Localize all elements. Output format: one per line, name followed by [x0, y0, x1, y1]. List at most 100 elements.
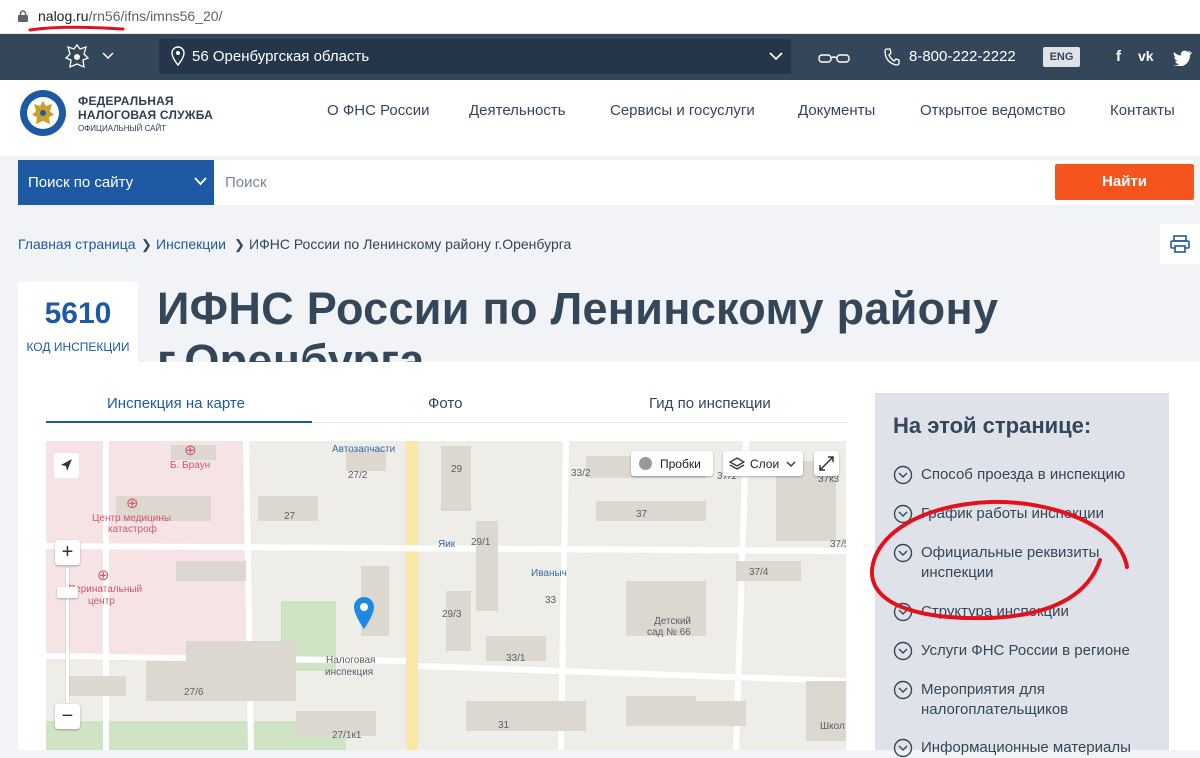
chevron-circle-icon [893, 602, 913, 622]
nav-services[interactable]: Сервисы и госуслуги [610, 102, 755, 119]
map-label-braun: Б. Браун [170, 460, 211, 471]
fns-logo-icon[interactable] [18, 88, 68, 138]
sidebar-item-services[interactable]: Услуги ФНС России в регионе [893, 641, 1151, 661]
expand-icon [819, 456, 834, 471]
logo-title-line2: НАЛОГОВАЯ СЛУЖБА [78, 108, 214, 122]
sidebar-item-info[interactable]: Информационные материалы [893, 738, 1151, 758]
map-label-building: 37/5 [830, 539, 846, 550]
search-scope-select[interactable]: Поиск по сайту [18, 160, 214, 205]
emblem-icon[interactable] [64, 43, 90, 71]
location-marker-icon[interactable] [353, 596, 375, 630]
map-label-med1: Центр медицины [92, 513, 172, 524]
map-label-med2: катастроф [108, 524, 157, 535]
zoom-slider-handle[interactable] [57, 587, 78, 598]
chevron-down-icon [194, 177, 207, 186]
sidebar-item-directions[interactable]: Способ проезда в инспекцию [893, 465, 1151, 485]
region-name: 56 Оренбургская область [192, 48, 370, 65]
sidebar-item-requisites[interactable]: Официальные реквизиты инспекции [893, 543, 1151, 583]
breadcrumb-home[interactable]: Главная страница [18, 236, 136, 252]
map-label-building: 27/1к1 [332, 730, 362, 741]
inspection-code-label: КОД ИНСПЕКЦИИ [26, 340, 130, 354]
site-search: Поиск по сайту Поиск Найти [18, 160, 1194, 205]
map-label-building: 37 [636, 509, 648, 520]
zoom-control: + − [55, 540, 80, 732]
top-bar: 56 Оренбургская область 8-800-222-2222 E… [0, 34, 1200, 80]
red-underline-annotation [28, 25, 125, 32]
print-button[interactable] [1160, 224, 1200, 264]
chevron-right-icon: ❯ [141, 237, 152, 252]
map-label-yaik: Яик [438, 539, 456, 550]
language-switch[interactable]: ENG [1043, 47, 1080, 67]
fullscreen-button[interactable] [814, 451, 839, 476]
medical-marker-icon: ⊕ [184, 442, 197, 459]
layers-icon [729, 457, 745, 470]
map-label-building: 29 [451, 464, 463, 475]
chevron-circle-icon [893, 543, 913, 563]
geolocation-button[interactable] [54, 453, 79, 478]
map-label-building: 29/3 [442, 609, 462, 620]
map-label-ivanych: Иваныч [531, 568, 567, 579]
chevron-down-icon[interactable] [102, 52, 114, 60]
map-label-building: 27 [284, 511, 296, 522]
printer-icon [1170, 235, 1190, 253]
lock-icon [18, 10, 28, 22]
tab-map[interactable]: Инспекция на карте [107, 395, 245, 412]
logo-title-line1: ФЕДЕРАЛЬНАЯ [78, 94, 174, 108]
search-button[interactable]: Найти [1055, 164, 1194, 200]
nav-activity[interactable]: Деятельность [469, 102, 566, 119]
accessibility-glasses-icon[interactable] [818, 52, 850, 64]
medical-marker-icon: ⊕ [97, 567, 110, 584]
vk-icon[interactable]: vk [1138, 48, 1154, 64]
map-label-building: 27/2 [348, 470, 368, 481]
map-tiles [46, 441, 846, 750]
sidebar-item-structure[interactable]: Структура инспекции [893, 602, 1151, 622]
traffic-icon [639, 457, 652, 470]
chevron-down-icon [786, 461, 796, 467]
browser-address-bar[interactable]: nalog.ru/rn56/ifns/imns56_20/ [0, 0, 1200, 34]
phone-icon [884, 48, 900, 66]
hotline-phone[interactable]: 8-800-222-2222 [909, 48, 1016, 65]
map-label-building: 33/2 [571, 468, 591, 479]
chevron-circle-icon [893, 641, 913, 661]
map-label-peri2: центр [88, 596, 115, 607]
inspection-map[interactable]: Автозапчасти ⊕ Б. Браун ⊕ Центр медицины… [46, 441, 846, 750]
map-label-building: 33/1 [506, 653, 526, 664]
medical-marker-icon: ⊕ [126, 495, 139, 512]
breadcrumb-inspections[interactable]: Инспекции [156, 236, 226, 252]
on-this-page-sidebar: На этой странице: Способ проезда в инспе… [875, 393, 1169, 758]
chevron-circle-icon [893, 465, 913, 485]
breadcrumb-current: ИФНС России по Ленинскому району г.Оренб… [249, 236, 572, 252]
map-label-building: 29/1 [471, 537, 491, 548]
inspection-code-box: 5610 КОД ИНСПЕКЦИИ [18, 282, 138, 362]
tab-photo[interactable]: Фото [428, 395, 462, 412]
facebook-icon[interactable]: f [1116, 48, 1121, 65]
url-text[interactable]: nalog.ru/rn56/ifns/imns56_20/ [38, 8, 222, 24]
sidebar-heading: На этой странице: [893, 413, 1092, 438]
map-label-building: 31 [498, 720, 510, 731]
tab-guide[interactable]: Гид по инспекции [649, 395, 771, 412]
map-label-kindergarten1: Детский [654, 616, 692, 627]
chevron-right-icon: ❯ [234, 237, 245, 252]
nav-documents[interactable]: Документы [798, 102, 875, 119]
chevron-circle-icon [893, 738, 913, 758]
nav-open-agency[interactable]: Открытое ведомство [920, 102, 1066, 119]
nav-contacts[interactable]: Контакты [1110, 102, 1175, 119]
zoom-in-button[interactable]: + [55, 540, 80, 565]
map-label-building: 27/6 [184, 687, 204, 698]
sidebar-item-events[interactable]: Мероприятия для налогоплательщиков [893, 680, 1151, 720]
traffic-button[interactable]: Пробки [631, 451, 713, 476]
region-selector[interactable]: 56 Оренбургская область [159, 39, 791, 74]
chevron-circle-icon [893, 504, 913, 524]
layers-button[interactable]: Слои [723, 451, 803, 476]
site-header: ФЕДЕРАЛЬНАЯ НАЛОГОВАЯ СЛУЖБА ОФИЦИАЛЬНЫЙ… [0, 80, 1200, 156]
map-label-tax2: инспекция [325, 667, 374, 678]
map-label-kindergarten2: сад № 66 [647, 627, 691, 638]
map-label-tax1: Налоговая [326, 655, 376, 666]
twitter-icon[interactable] [1173, 50, 1193, 66]
map-label-building: 33 [545, 595, 557, 606]
active-tab-indicator [46, 421, 312, 423]
sidebar-item-schedule[interactable]: График работы инспекции [893, 504, 1151, 524]
zoom-out-button[interactable]: − [55, 704, 80, 729]
search-input[interactable]: Поиск [225, 174, 267, 191]
nav-about[interactable]: О ФНС России [327, 102, 430, 119]
